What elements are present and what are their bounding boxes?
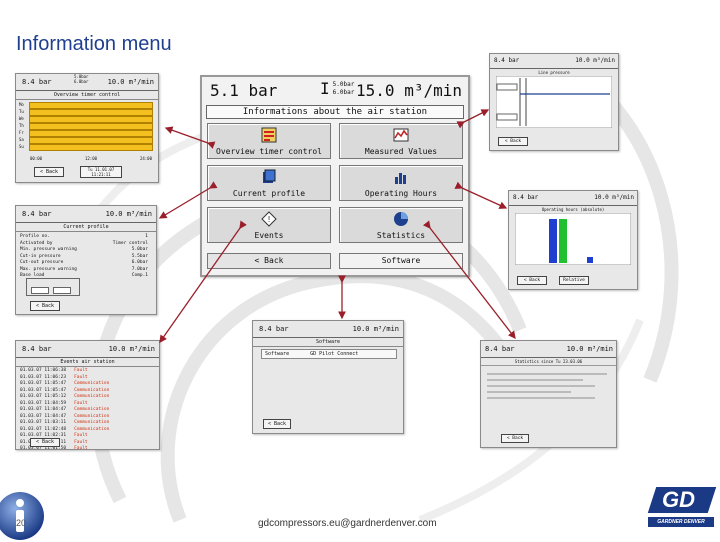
- screen-operating-hours: 8.4 bar 10.0 m³/min Operating hours (abs…: [508, 190, 638, 290]
- flow-value: 10.0 m³/min: [566, 345, 613, 353]
- back-button[interactable]: < Back: [498, 137, 528, 146]
- timer-row: Tu: [19, 108, 155, 116]
- svg-text:!: !: [267, 215, 272, 224]
- screen-heading: Events air station: [16, 358, 159, 367]
- pressure-value: 5.1 bar: [210, 81, 278, 100]
- back-button[interactable]: < Back: [30, 438, 60, 447]
- statistics-button[interactable]: Statistics: [339, 207, 463, 243]
- screen-software: 8.4 bar 10.0 m³/min Software Software GD…: [252, 320, 404, 434]
- back-button[interactable]: < Back: [207, 253, 331, 269]
- pressure-value: 8.4 bar: [494, 57, 520, 64]
- timer-bar: [29, 144, 153, 151]
- line-pressure-chart: [496, 76, 612, 128]
- screen-heading: Operating hours (absolute): [541, 207, 605, 212]
- measured-values-button[interactable]: Measured Values: [339, 123, 463, 159]
- screen-measured-values: 8.4 bar 10.0 m³/min Line pressure < Back: [489, 53, 619, 151]
- screen-heading: Current profile: [16, 223, 156, 232]
- pressure-value: 8.4 bar: [22, 78, 52, 86]
- statistics-table: [487, 369, 607, 413]
- flow-value: 10.0 m³/min: [105, 210, 152, 218]
- back-button[interactable]: < Back: [501, 434, 529, 443]
- screen-current-profile: 8.4 bar 10.0 m³/min Current profile Prof…: [15, 205, 157, 315]
- timer-grid: Mo Tu We Th Fr Sa Su: [19, 101, 155, 151]
- pressure-limits: 5.0bar 6.0bar: [74, 74, 89, 84]
- flow-value: 10.0 m³/min: [575, 57, 615, 64]
- flow-value: 10.0 m³/min: [352, 325, 399, 333]
- pie-chart-icon: [394, 212, 408, 226]
- footer-email: gdcompressors.eu@gardnerdenver.com: [258, 518, 437, 529]
- pressure-value: 8.4 bar: [22, 210, 52, 218]
- back-button[interactable]: < Back: [517, 276, 547, 285]
- timer-row: Su: [19, 143, 155, 151]
- events-icon: !: [261, 211, 277, 227]
- pressure-value: 8.4 bar: [513, 194, 539, 201]
- timer-row: Sa: [19, 136, 155, 144]
- flow-value: 15.0 m³/min: [356, 81, 462, 100]
- screen-overview-timer: 8.4 bar 5.0bar 6.0bar 10.0 m³/min Overvie…: [15, 73, 159, 183]
- events-button[interactable]: ! Events: [207, 207, 331, 243]
- screen-statistics: 8.4 bar 10.0 m³/min Statistics since Tu …: [480, 340, 617, 448]
- flow-value: 10.0 m³/min: [107, 78, 154, 86]
- relative-button[interactable]: Relative: [559, 276, 589, 285]
- profile-icon: [263, 169, 276, 183]
- profile-legend-box: [26, 278, 80, 296]
- back-button[interactable]: < Back: [34, 167, 64, 177]
- screen-heading: Overview timer control: [16, 91, 158, 100]
- timer-row: We: [19, 115, 155, 123]
- overview-timer-button[interactable]: Overview timer control: [207, 123, 331, 159]
- date-box: Tu 11.01.07 11:21:11: [80, 166, 122, 178]
- software-button[interactable]: Software: [339, 253, 463, 269]
- pressure-limits: I 5.0bar 6.0bar: [320, 79, 355, 98]
- back-button[interactable]: < Back: [30, 301, 60, 311]
- timer-chart-icon: [261, 127, 277, 143]
- pressure-value: 8.4 bar: [485, 345, 515, 353]
- pressure-value: 8.4 bar: [22, 345, 52, 353]
- timer-row: Th: [19, 122, 155, 130]
- pressure-value: 8.4 bar: [259, 325, 289, 333]
- operating-hours-button[interactable]: Operating Hours: [339, 165, 463, 201]
- page-title: Information menu: [16, 33, 172, 55]
- screen-heading: Software: [253, 338, 403, 347]
- flow-value: 10.0 m³/min: [108, 345, 155, 353]
- timer-row: Fr: [19, 129, 155, 137]
- software-row: Software GD Pilot Connect: [261, 349, 397, 359]
- bar-chart-icon: [395, 173, 406, 184]
- operating-hours-chart: [515, 213, 631, 265]
- info-icon: [0, 492, 44, 540]
- gardner-denver-logo: GD GARDNER DENVER: [647, 487, 717, 529]
- screen-information-menu: 5.1 bar I 5.0bar 6.0bar 15.0 m³/min Inform…: [200, 75, 470, 277]
- back-button[interactable]: < Back: [263, 419, 291, 429]
- timer-axis: 00:00 12:00 24:00: [30, 156, 152, 161]
- measured-values-icon: [393, 128, 409, 142]
- screen-heading: Line pressure: [538, 70, 570, 75]
- page-number: 20: [16, 518, 27, 528]
- flow-value: 10.0 m³/min: [594, 194, 634, 201]
- screen-heading: Statistics since Tu 23.03.06: [481, 358, 616, 366]
- current-profile-button[interactable]: Current profile: [207, 165, 331, 201]
- screen-heading: Informations about the air station: [206, 105, 464, 119]
- screen-events: 8.4 bar 10.0 m³/min Events air station 0…: [15, 340, 160, 450]
- timer-row: Mo: [19, 101, 155, 109]
